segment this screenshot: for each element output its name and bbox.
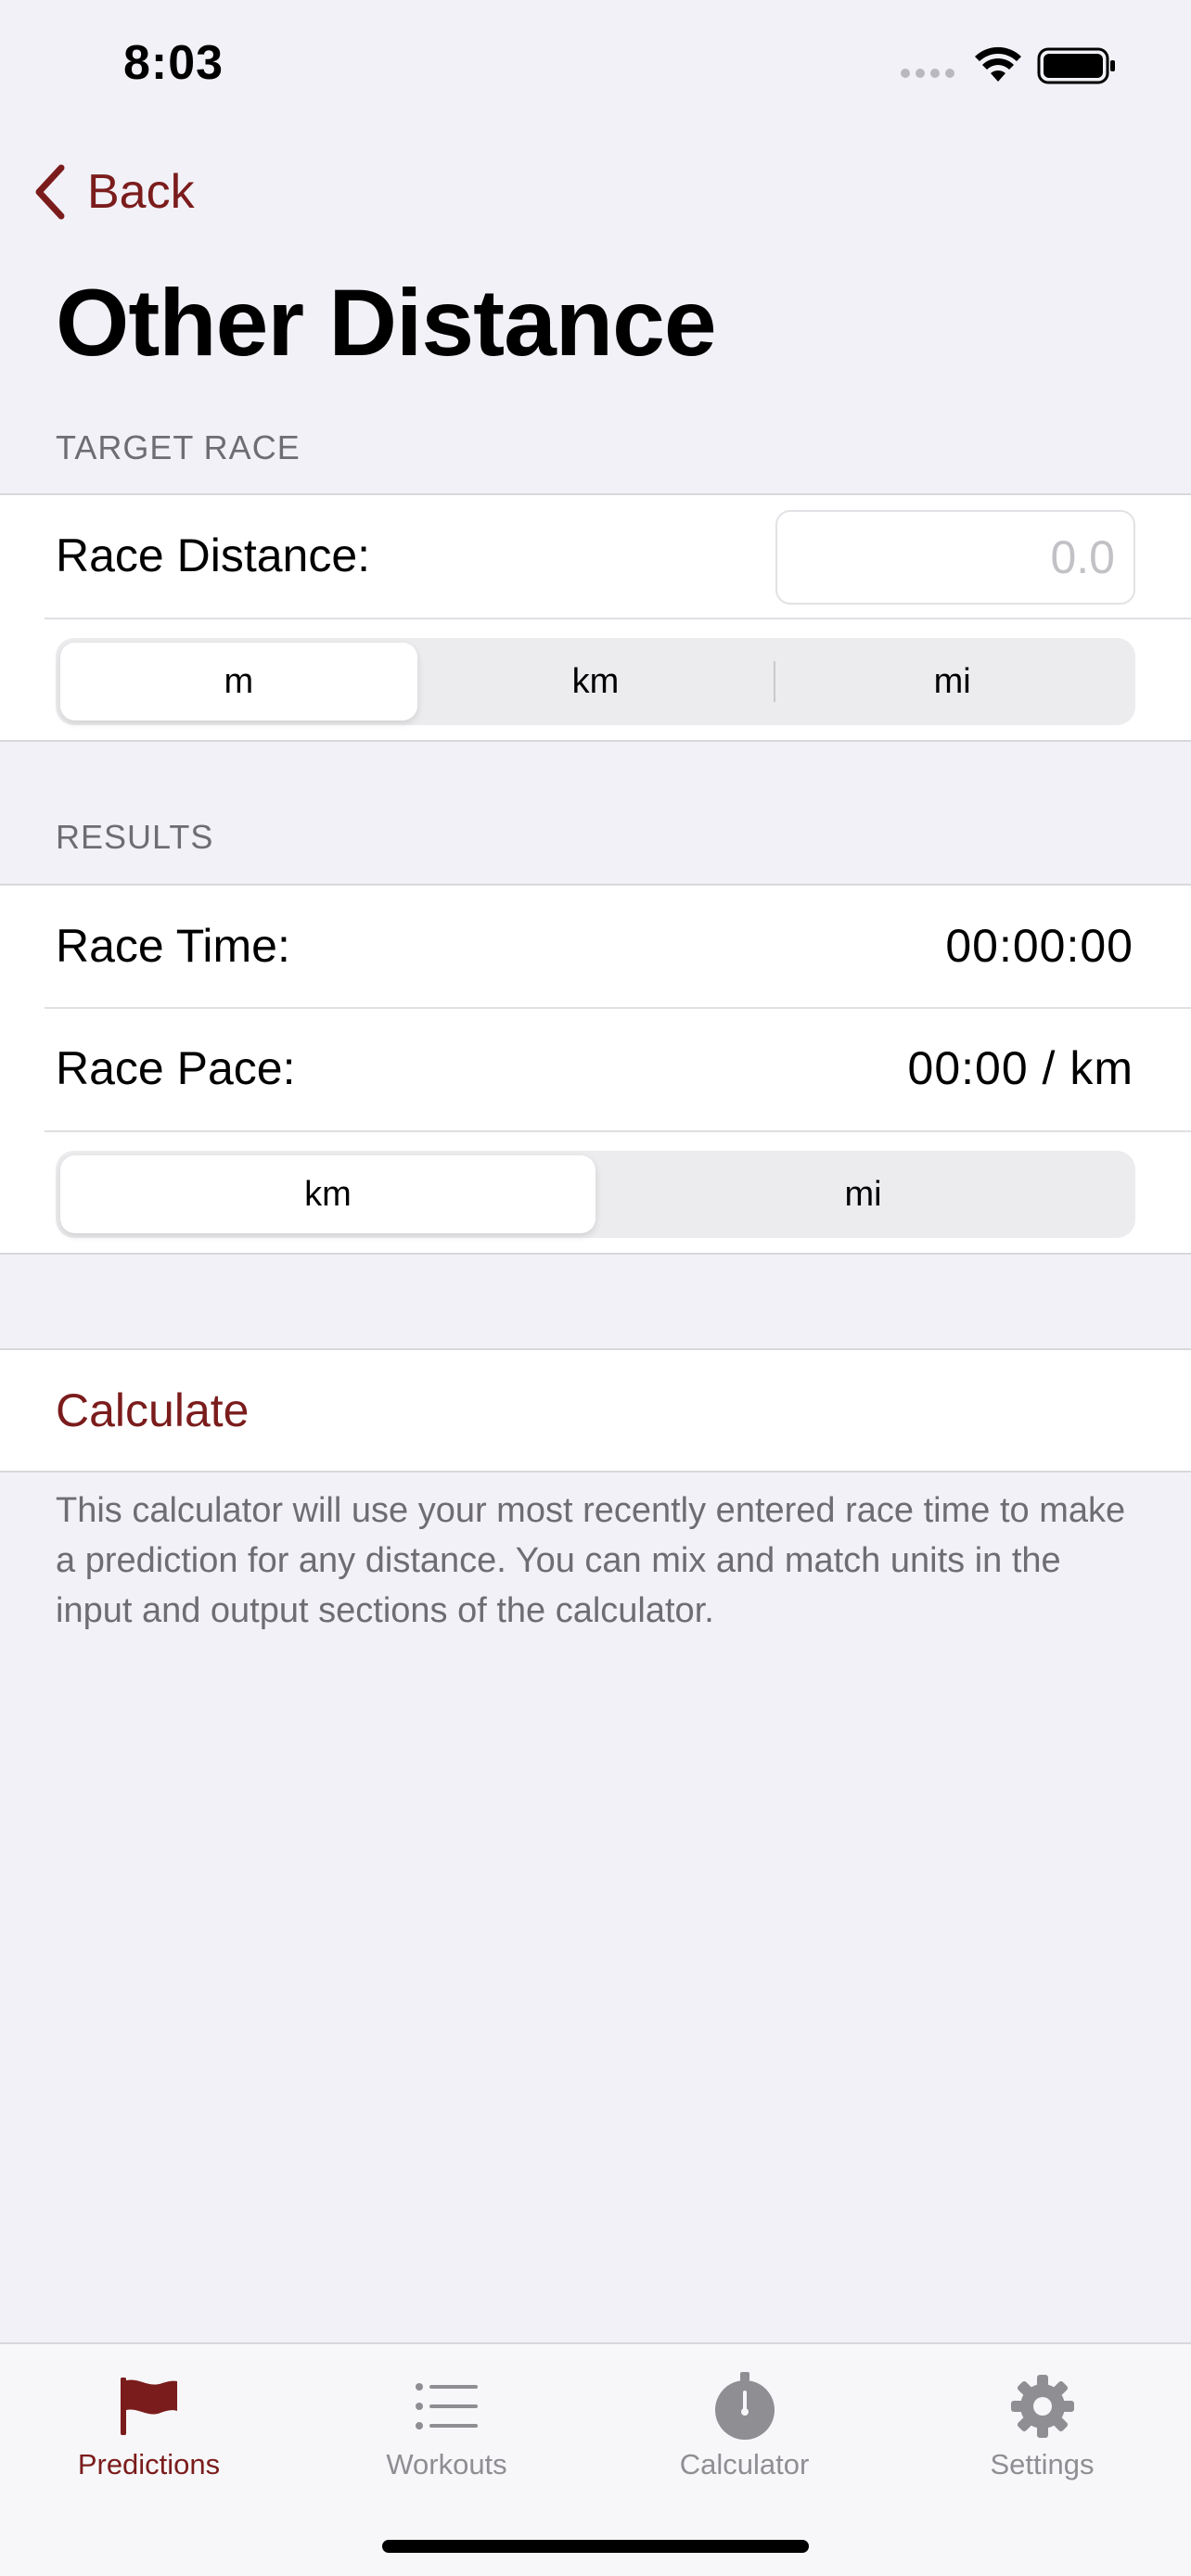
race-time-label: Race Time: (56, 920, 290, 972)
calculate-group: Calculate (0, 1348, 1191, 1473)
calculate-button[interactable]: Calculate (56, 1384, 249, 1437)
race-distance-label: Race Distance: (56, 529, 371, 581)
section-header-results: RESULTS (56, 818, 214, 856)
race-time-value: 00:00:00 (945, 920, 1133, 972)
pace-unit-segmented-control[interactable]: km mi (56, 1151, 1135, 1238)
results-group: Race Time: 00:00:00 Race Pace: 00:00 / k… (0, 884, 1191, 1255)
gear-icon (1010, 2370, 1075, 2442)
home-indicator[interactable] (382, 2540, 809, 2553)
segment-km[interactable]: km (417, 643, 775, 721)
row-divider (45, 1130, 1191, 1132)
flag-icon (120, 2370, 179, 2442)
status-time: 8:03 (123, 36, 224, 90)
section-header-target-race: TARGET RACE (56, 428, 301, 466)
race-pace-label: Race Pace: (56, 1042, 296, 1094)
segment-m[interactable]: m (60, 643, 417, 721)
segment-divider (774, 661, 776, 702)
stopwatch-icon (712, 2370, 777, 2442)
calculator-footnote: This calculator will use your most recen… (56, 1491, 1126, 1630)
back-button[interactable]: Back (33, 159, 195, 224)
tab-settings[interactable]: Settings (893, 2344, 1191, 2502)
tab-calculator[interactable]: Calculator (596, 2344, 893, 2502)
tab-label: Workouts (386, 2448, 507, 2480)
chevron-left-icon (35, 164, 65, 220)
tab-label: Calculator (679, 2448, 810, 2480)
list-icon (415, 2370, 480, 2442)
race-distance-field[interactable] (775, 510, 1135, 605)
tab-label: Settings (990, 2448, 1095, 2480)
segment-mi[interactable]: mi (774, 643, 1131, 721)
tab-label: Predictions (77, 2448, 221, 2480)
segment-mi[interactable]: mi (596, 1155, 1131, 1233)
page-title: Other Distance (56, 270, 717, 376)
tab-predictions[interactable]: Predictions (0, 2344, 298, 2502)
distance-unit-segmented-control[interactable]: m km mi (56, 638, 1135, 725)
race-pace-row: Race Pace: 00:00 / km (0, 1008, 1191, 1130)
race-distance-row: Race Distance: (0, 495, 1191, 618)
target-race-group: Race Distance: m km mi (0, 493, 1191, 742)
wifi-icon (975, 46, 1021, 82)
race-distance-input[interactable] (777, 512, 1133, 603)
segment-km[interactable]: km (60, 1155, 596, 1233)
status-bar: 8:03 (0, 0, 1191, 130)
race-time-row: Race Time: 00:00:00 (0, 886, 1191, 1008)
cellular-signal-icon (901, 69, 954, 78)
battery-icon (1037, 47, 1115, 84)
tab-workouts[interactable]: Workouts (298, 2344, 596, 2502)
back-label: Back (87, 165, 195, 219)
race-pace-value: 00:00 / km (907, 1042, 1133, 1094)
row-divider (45, 618, 1191, 619)
